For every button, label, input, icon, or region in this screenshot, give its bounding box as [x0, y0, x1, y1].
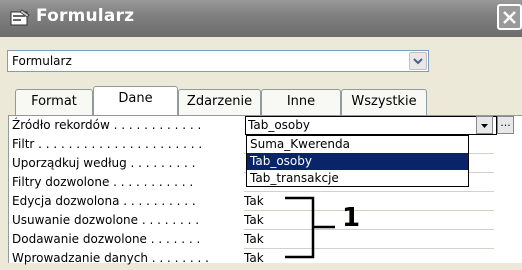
- tab-zdarzenie[interactable]: Zdarzenie: [178, 89, 261, 115]
- value-divider: [244, 248, 494, 249]
- property-label: Uporządkuj według . . . . . . . . .: [12, 156, 196, 170]
- annotation-number: 1: [342, 203, 361, 233]
- record-source-value: Tab_osoby: [248, 118, 310, 132]
- object-selector-value: Formularz: [12, 54, 72, 68]
- annotation-bracket: [285, 196, 335, 259]
- property-label: Filtry dozwolone . . . . . . . . . . .: [12, 175, 194, 189]
- property-label: Wprowadzanie danych . . . . . . . .: [12, 251, 209, 265]
- property-value-usuwanie[interactable]: Tak: [244, 213, 264, 232]
- property-label: Źródło rekordów . . . . . . . . . . . .: [12, 118, 202, 132]
- close-button[interactable]: [497, 4, 522, 30]
- property-label: Usuwanie dozwolone . . . . . . . .: [12, 213, 200, 227]
- property-value-wprowadzanie[interactable]: Tak: [244, 251, 264, 270]
- object-selector-dropdown-button[interactable]: [409, 52, 427, 70]
- value-divider: [244, 191, 494, 192]
- dropdown-option-selected[interactable]: Tab_osoby: [247, 153, 468, 170]
- record-source-dropdown-button[interactable]: [476, 116, 493, 134]
- window-title: Formularz: [36, 6, 135, 26]
- dropdown-option[interactable]: Suma_Kwerenda: [247, 136, 468, 153]
- property-value-dodawanie[interactable]: Tak: [244, 232, 264, 251]
- value-divider: [244, 210, 494, 211]
- close-icon: [503, 11, 516, 24]
- property-label: Filtr . . . . . . . . . . . . . . . . . …: [12, 137, 203, 151]
- tab-dane[interactable]: Dane: [93, 86, 178, 116]
- value-divider: [244, 229, 494, 230]
- property-label: Dodawanie dozwolone . . . . . . .: [12, 232, 201, 246]
- caret-down-icon: [481, 124, 488, 128]
- record-source-dropdown: Suma_Kwerenda Tab_osoby Tab_transakcje: [246, 135, 469, 187]
- chevron-down-icon: [413, 58, 423, 65]
- window-titlebar: Formularz: [0, 0, 522, 37]
- build-button[interactable]: ...: [497, 116, 514, 134]
- tab-format[interactable]: Format: [15, 89, 93, 115]
- form-icon: [10, 9, 30, 26]
- tab-wszystkie[interactable]: Wszystkie: [341, 89, 427, 115]
- object-selector[interactable]: Formularz: [7, 50, 429, 72]
- record-source-field[interactable]: Tab_osoby: [245, 116, 497, 135]
- dropdown-option[interactable]: Tab_transakcje: [247, 170, 468, 187]
- property-label: Edycja dozwolona . . . . . . . . . .: [12, 194, 196, 208]
- tab-inne[interactable]: Inne: [261, 89, 341, 115]
- property-value-edycja[interactable]: Tak: [244, 194, 264, 213]
